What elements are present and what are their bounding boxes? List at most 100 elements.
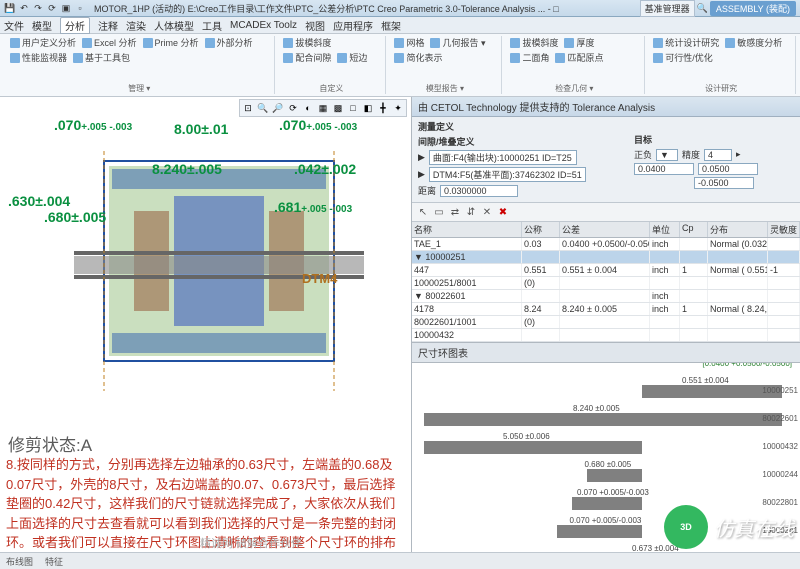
menu-tools[interactable]: 工具: [202, 18, 222, 33]
geom-report[interactable]: 几何报告 ▾: [428, 36, 487, 49]
drawing-view: .070+.005 -.003 8.00±.01 .070+.005 -.003…: [44, 121, 364, 421]
table-row[interactable]: TAE_10.030.0400 +0.0500/-0.0500inchNorma…: [412, 238, 800, 251]
delete-icon[interactable]: ✖: [496, 205, 510, 219]
view-toolbar: ⊡ 🔍 🔎 ⟳ ◐ ▦ ▩ □ ◧ ╋ ✦: [239, 99, 407, 117]
stat-study[interactable]: 统计设计研究: [651, 36, 721, 49]
table-row[interactable]: 4470.5510.551 ± 0.004inch1Normal ( 0.551…: [412, 264, 800, 277]
dim-h[interactable]: .681+.005 -.003: [274, 199, 352, 215]
menu-mcadex[interactable]: MCADEx Toolz: [230, 20, 297, 31]
graphics-pane[interactable]: ⊡ 🔍 🔎 ⟳ ◐ ▦ ▩ □ ◧ ╋ ✦: [0, 97, 411, 569]
windows-icon[interactable]: ▣: [60, 2, 72, 14]
table-row[interactable]: 41788.248.240 ± 0.005inch1Normal ( 8.24,…: [412, 303, 800, 316]
upper-value[interactable]: 0.0500: [698, 163, 758, 175]
ribbon: 用户定义分析 Excel 分析 Prime 分析 外部分析 性能监视器 基于工具…: [0, 34, 800, 97]
footer-feature[interactable]: 特征: [45, 555, 63, 568]
mesh[interactable]: 网格: [392, 36, 426, 49]
select-icon[interactable]: ▶: [418, 169, 425, 180]
menu-view[interactable]: 视图: [305, 18, 325, 33]
loop-bar[interactable]: [424, 441, 642, 454]
datum-plane-icon[interactable]: ◧: [361, 101, 375, 115]
excel-analysis[interactable]: Excel 分析: [80, 36, 139, 49]
table-row[interactable]: ▼ 80022601inch: [412, 290, 800, 303]
add-icon[interactable]: ▭: [432, 205, 446, 219]
loop-bar[interactable]: [642, 385, 782, 398]
draft-check[interactable]: 拔模斜度: [508, 36, 560, 49]
refit-icon[interactable]: ⊡: [241, 101, 255, 115]
ref1-collector[interactable]: 曲面:F4(输出块):10000251 ID=T25: [429, 150, 577, 165]
nohidden-icon[interactable]: □: [346, 101, 360, 115]
perf-monitor[interactable]: 性能监视器: [8, 51, 69, 64]
menu-model[interactable]: 模型: [32, 18, 52, 33]
dimension-grid: 名称公称公差单位Cp分布灵敏度 TAE_10.030.0400 +0.0500/…: [412, 222, 800, 342]
thickness[interactable]: 厚度: [562, 36, 596, 49]
dim-b[interactable]: 8.00±.01: [174, 121, 228, 137]
redo-icon[interactable]: ↷: [32, 2, 44, 14]
menu-apps[interactable]: 应用程序: [333, 18, 373, 33]
repaint-icon[interactable]: ⟳: [286, 101, 300, 115]
negpos-label: 正负: [634, 148, 652, 161]
menu-annotate[interactable]: 注释: [98, 18, 118, 33]
undo-icon[interactable]: ↶: [18, 2, 30, 14]
goal-value[interactable]: 0.0400: [634, 163, 694, 175]
dihedral[interactable]: 二面角: [508, 51, 551, 64]
link-icon[interactable]: ⇄: [448, 205, 462, 219]
table-row[interactable]: 10000432: [412, 329, 800, 342]
precision-value[interactable]: 4: [704, 149, 732, 161]
assembly-pill[interactable]: ASSEMBLY (装配): [710, 1, 796, 16]
menu-analysis[interactable]: 分析: [60, 17, 90, 34]
dim-d[interactable]: 8.240±.005: [152, 161, 222, 177]
menu-bar: 文件 模型 分析 注释 渲染 人体模型 工具 MCADEx Toolz 视图 应…: [0, 17, 800, 34]
datum-manager-tab[interactable]: 基准管理器: [640, 0, 695, 17]
dim-c[interactable]: .070+.005 -.003: [279, 117, 357, 133]
menu-render[interactable]: 渲染: [126, 18, 146, 33]
fit-clearance[interactable]: 配合间隙: [281, 51, 333, 64]
axis-icon[interactable]: ╋: [376, 101, 390, 115]
ref2-collector[interactable]: DTM4:F5(基准平面):37462302 ID=51: [429, 167, 586, 182]
draft-angle[interactable]: 拔模斜度: [281, 36, 333, 49]
menu-file[interactable]: 文件: [4, 18, 24, 33]
regen-icon[interactable]: ⟳: [46, 2, 58, 14]
dim-e[interactable]: .042±.002: [294, 161, 356, 177]
dim-g[interactable]: .680±.005: [44, 209, 106, 225]
menu-framework[interactable]: 框架: [381, 18, 401, 33]
csys-icon[interactable]: ✦: [391, 101, 405, 115]
close-win-icon[interactable]: ▫: [74, 2, 86, 14]
ribbon-group-label: 管理 ▾: [8, 83, 270, 94]
match-origin[interactable]: 匹配原点: [553, 51, 605, 64]
mirror-icon[interactable]: ✕: [480, 205, 494, 219]
search-icon[interactable]: 🔍: [697, 3, 708, 14]
target-dropdown[interactable]: ▼: [656, 149, 678, 161]
footer-layout[interactable]: 布线图: [6, 555, 33, 568]
sensitivity[interactable]: 敏感度分析: [723, 36, 784, 49]
spinner-icon[interactable]: ▸: [736, 149, 741, 160]
loop-bar[interactable]: [557, 525, 642, 538]
loop-bar[interactable]: [587, 469, 642, 482]
lower-value[interactable]: -0.0500: [694, 177, 754, 189]
toolkit-based[interactable]: 基于工具包: [71, 51, 132, 64]
loop-bar[interactable]: [424, 413, 782, 426]
short-edge[interactable]: 短边: [335, 51, 369, 64]
shade-icon[interactable]: ◐: [301, 101, 315, 115]
feasibility[interactable]: 可行性/优化: [651, 51, 715, 64]
hidden-icon[interactable]: ▩: [331, 101, 345, 115]
select-icon[interactable]: ▶: [418, 152, 425, 163]
dim-f[interactable]: .630±.004: [8, 193, 70, 209]
loop-bar[interactable]: [572, 497, 642, 510]
distance-value[interactable]: 0.0300000: [440, 185, 518, 197]
prime-analysis[interactable]: Prime 分析: [141, 36, 201, 49]
zoom-out-icon[interactable]: 🔎: [271, 101, 285, 115]
flip-icon[interactable]: ⇵: [464, 205, 478, 219]
wireframe-icon[interactable]: ▦: [316, 101, 330, 115]
table-row[interactable]: ▼ 10000251: [412, 251, 800, 264]
user-defined-analysis[interactable]: 用户定义分析: [8, 36, 78, 49]
table-row[interactable]: 80022601/1001(0): [412, 316, 800, 329]
menu-manikin[interactable]: 人体模型: [154, 18, 194, 33]
pointer-icon[interactable]: ↖: [416, 205, 430, 219]
table-row[interactable]: 10000251/8001(0): [412, 277, 800, 290]
save-icon[interactable]: 💾: [4, 2, 16, 14]
simp-rep[interactable]: 简化表示: [392, 51, 444, 64]
zoom-in-icon[interactable]: 🔍: [256, 101, 270, 115]
dim-a[interactable]: .070+.005 -.003: [54, 117, 132, 133]
ribbon-group-report: 网格 几何报告 ▾ 简化表示 模型报告 ▾: [388, 36, 502, 94]
external-analysis[interactable]: 外部分析: [203, 36, 255, 49]
